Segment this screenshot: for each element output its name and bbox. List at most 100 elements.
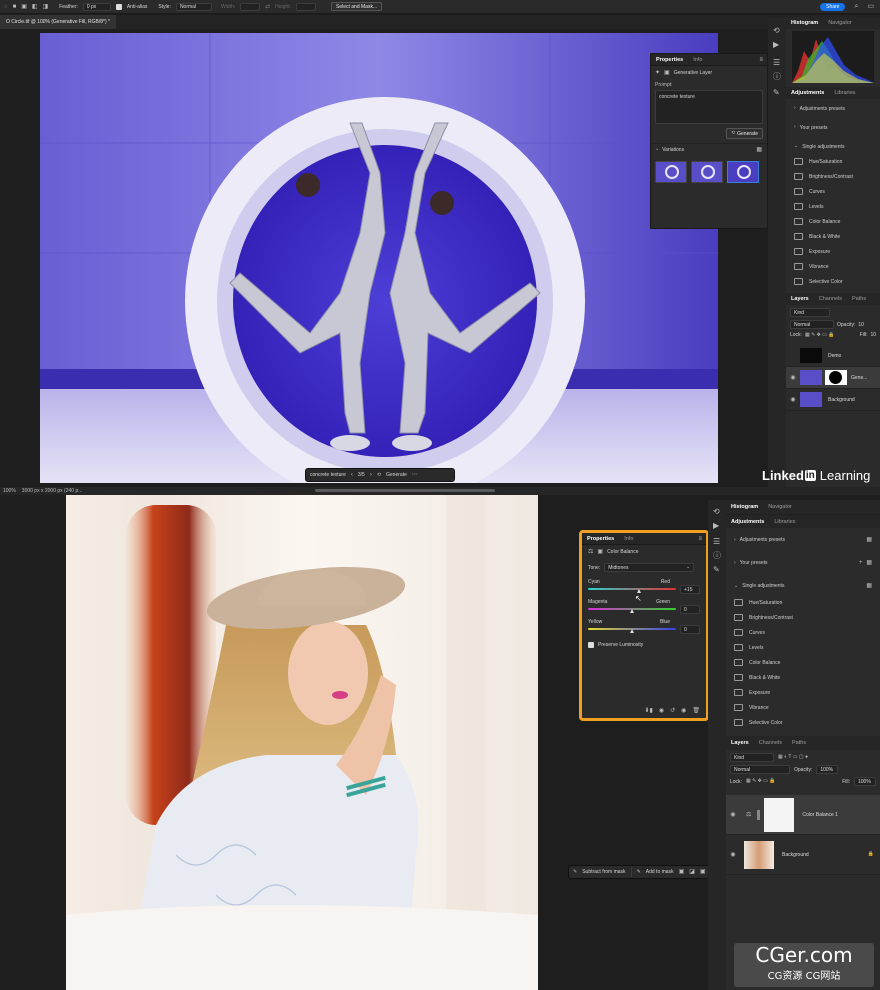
info-icon[interactable]: ⓘ [713,552,721,560]
adjustment-presets-row[interactable]: › Adjustments presets ▦ [726,532,880,547]
marquee-tool-icon[interactable]: ◌ [4,4,8,10]
generate-button[interactable]: ⟲ Generate [725,128,763,139]
layer-row-generative[interactable]: ◉ Gene... [786,367,880,389]
tab-paths[interactable]: Paths [787,740,811,746]
tab-adjustments[interactable]: Adjustments [726,519,769,525]
variation-thumb-1[interactable] [655,161,687,183]
mask-options-icon-1[interactable]: ▣ [679,869,685,875]
mask-options-icon-2[interactable]: ◪ [689,869,695,875]
adj-item-hue[interactable]: Hue/Saturation [726,595,880,610]
adj-item-selective-color[interactable]: Selective Color [726,715,880,730]
grid-view-icon[interactable]: ▦ [866,537,872,543]
grid-view-icon[interactable]: ▦ [866,560,872,566]
intersect-selection-icon[interactable]: ◨ [43,4,49,10]
next-variation-icon[interactable]: › [370,472,372,478]
brush-icon[interactable]: ✎ [773,89,780,97]
layer-row-color-balance[interactable]: ◉ ⚖ Color Balance 1 [726,795,880,835]
fill-value[interactable]: 10 [870,332,876,338]
tone-select[interactable]: Midtones ⌄ [604,563,695,572]
prompt-chip[interactable]: concrete texture [310,472,346,478]
tab-libraries[interactable]: Libraries [769,519,800,525]
woman-photo-canvas[interactable] [66,495,538,990]
grid-view-icon[interactable]: ▦ [756,147,762,153]
adj-item-selective-color[interactable]: Selective Color [786,274,880,289]
play-icon[interactable]: ▶ [713,522,719,530]
yellow-blue-value[interactable]: 0 [680,625,700,634]
search-icon[interactable]: ⌕ [854,3,858,10]
eye-icon[interactable]: ◉ [786,396,800,403]
adj-item-curves[interactable]: Curves [726,625,880,640]
your-presets-row[interactable]: › Your presets + ▦ [726,555,880,570]
adj-item-levels[interactable]: Levels [786,199,880,214]
tab-histogram[interactable]: Histogram [726,504,763,510]
reset-icon[interactable]: ↺ [670,708,675,714]
opacity-value[interactable]: 10 [858,322,864,328]
cyan-red-value[interactable]: +15 [680,585,700,594]
adj-item-black-white[interactable]: Black & White [726,670,880,685]
layer-row-background[interactable]: ◉ Background [786,389,880,411]
opacity-value[interactable]: 100% [816,765,839,774]
new-selection-icon[interactable]: ■ [13,4,17,10]
history-icon[interactable]: ⟲ [713,508,720,516]
add-selection-icon[interactable]: ▣ [21,4,27,10]
adj-item-vibrance[interactable]: Vibrance [786,259,880,274]
adj-item-exposure[interactable]: Exposure [786,244,880,259]
kind-filter-select[interactable]: Kind [790,308,830,317]
yellow-blue-thumb[interactable] [629,628,634,633]
tab-paths[interactable]: Paths [847,296,871,302]
add-to-mask-button[interactable]: Add to mask [646,869,674,875]
adj-item-black-white[interactable]: Black & White [786,229,880,244]
adj-item-color-balance[interactable]: Color Balance [726,655,880,670]
adj-item-exposure[interactable]: Exposure [726,685,880,700]
tab-info[interactable]: Info [619,536,638,542]
height-input[interactable] [295,2,316,11]
filter-icons[interactable]: ▦ ◐ T ▭ ▢ ● [778,755,808,760]
eye-icon[interactable]: ◉ [786,374,800,381]
panel-menu-icon[interactable]: ≡ [759,57,763,63]
select-and-mask-button[interactable]: Select and Mask... [330,2,383,11]
layer-row-background[interactable]: ◉ Background 🔒 [726,835,880,875]
add-icon[interactable]: + [859,560,863,566]
generate-bar-button[interactable]: Generate [386,472,407,478]
grid-view-icon[interactable]: ▦ [866,583,872,589]
properties-icon[interactable]: ☰ [713,538,720,546]
more-icon[interactable]: ⋯ [412,472,418,478]
eye-icon[interactable]: ◉ [726,811,740,818]
width-input[interactable] [240,2,261,11]
tab-info[interactable]: Info [688,57,707,63]
cyan-red-slider[interactable] [588,586,676,594]
style-select[interactable]: Normal [175,2,212,11]
properties-icon[interactable]: ☰ [773,59,780,67]
tab-channels[interactable]: Channels [754,740,787,746]
blend-mode-select[interactable]: Normal [790,320,834,329]
adjustment-presets-row[interactable]: › Adjustments presets [786,101,880,116]
document-tab[interactable]: O Circle.tif @ 100% (Generative Fill, RG… [0,15,116,29]
magenta-green-slider[interactable] [588,606,676,614]
feather-input[interactable]: 0 px [82,2,111,11]
clip-to-layer-icon[interactable]: ⬇▮ [645,708,653,714]
magenta-green-thumb[interactable] [629,608,634,613]
scrollbar-h[interactable] [315,489,495,492]
tab-histogram[interactable]: Histogram [786,20,823,26]
adj-item-curves[interactable]: Curves [786,184,880,199]
cyan-red-thumb[interactable] [636,588,641,593]
zoom-level[interactable]: 100% [3,488,16,494]
layer-row-demo[interactable]: Demo [786,345,880,367]
chevron-down-icon[interactable]: ⌄ [655,147,659,152]
single-adjustments-row[interactable]: ⌄ Single adjustments ▦ [726,578,880,593]
lock-icons[interactable]: ▦ ✎ ✥ ▭ 🔒 [746,779,776,784]
kind-filter-select[interactable]: Kind [730,753,774,762]
your-presets-row[interactable]: › Your presets [786,120,880,135]
adj-item-levels[interactable]: Levels [726,640,880,655]
brush-icon[interactable]: ✎ [713,566,720,574]
preserve-luminosity-checkbox[interactable] [588,642,594,648]
mask-options-icon-3[interactable]: ▣ [700,869,706,875]
tab-layers[interactable]: Layers [786,296,814,302]
adj-item-hue[interactable]: Hue/Saturation [786,154,880,169]
variation-thumb-3[interactable] [727,161,759,183]
tab-adjustments[interactable]: Adjustments [786,90,829,96]
visibility-icon[interactable]: ◉ [681,708,686,714]
trash-icon[interactable]: 🗑 [692,708,700,714]
tab-navigator[interactable]: Navigator [823,20,857,26]
adj-item-brightness[interactable]: Brightness/Contrast [786,169,880,184]
